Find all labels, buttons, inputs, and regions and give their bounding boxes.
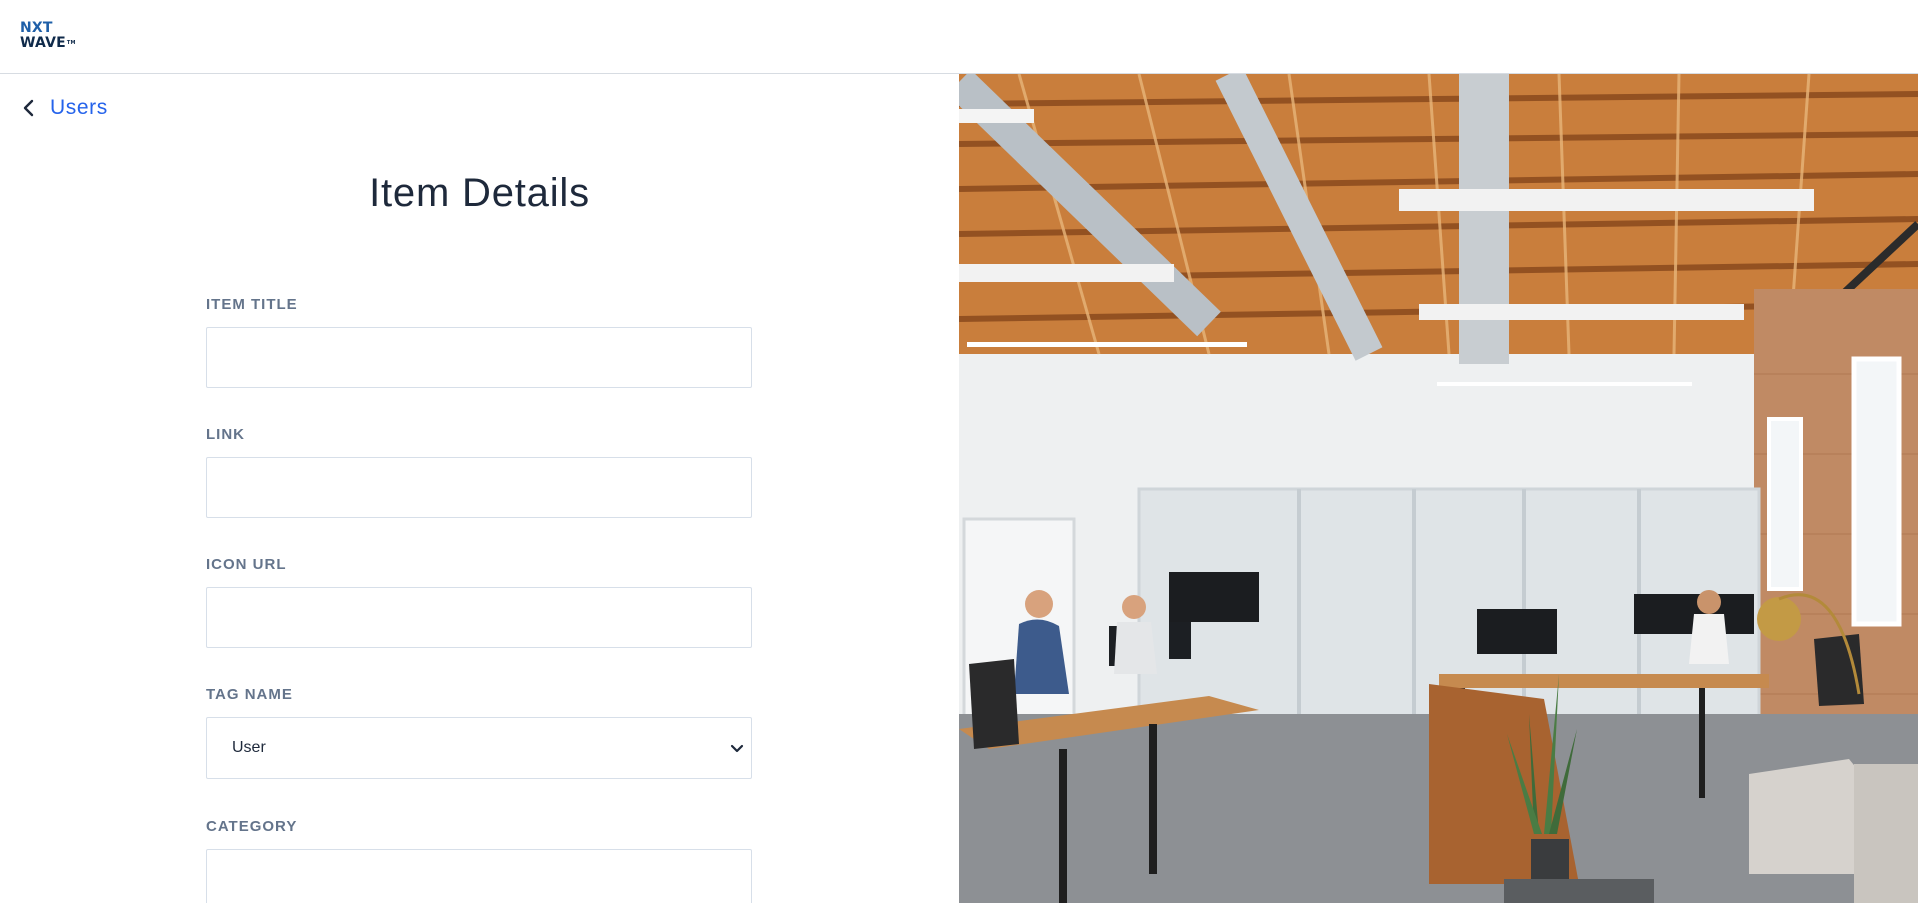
chevron-left-icon: [23, 99, 34, 117]
logo-line-2: WAVETM: [20, 36, 80, 51]
form-pane: Users Item Details ITEM TITLE LINK ICON …: [0, 74, 959, 903]
item-title-label: ITEM TITLE: [206, 296, 298, 313]
office-hero-image: [959, 74, 1918, 903]
link-field: LINK: [206, 426, 752, 518]
logo-line-2-text: WAVE: [20, 35, 66, 51]
tag-name-selected-value: User: [232, 739, 266, 756]
link-label: LINK: [206, 426, 245, 443]
category-field: CATEGORY: [206, 818, 752, 903]
office-illustration: [959, 74, 1918, 903]
tag-name-label: TAG NAME: [206, 686, 293, 703]
tag-name-select[interactable]: User: [206, 717, 752, 779]
logo-trademark: TM: [66, 40, 76, 46]
icon-url-field: ICON URL: [206, 556, 752, 648]
item-title-field: ITEM TITLE: [206, 296, 752, 388]
chevron-down-icon: [730, 744, 744, 753]
nxtwave-logo[interactable]: NXT WAVETM: [20, 21, 80, 53]
category-input[interactable]: [206, 849, 752, 903]
link-input[interactable]: [206, 457, 752, 518]
back-to-users-link[interactable]: Users: [20, 96, 108, 120]
icon-url-label: ICON URL: [206, 556, 287, 573]
top-navbar: NXT WAVETM: [0, 0, 1918, 74]
logo-line-1: NXT: [20, 20, 53, 36]
icon-url-input[interactable]: [206, 587, 752, 648]
item-title-input[interactable]: [206, 327, 752, 388]
back-link-label: Users: [50, 96, 108, 119]
page-title: Item Details: [369, 171, 590, 215]
tag-name-field: TAG NAME User: [206, 686, 752, 779]
category-label: CATEGORY: [206, 818, 298, 835]
